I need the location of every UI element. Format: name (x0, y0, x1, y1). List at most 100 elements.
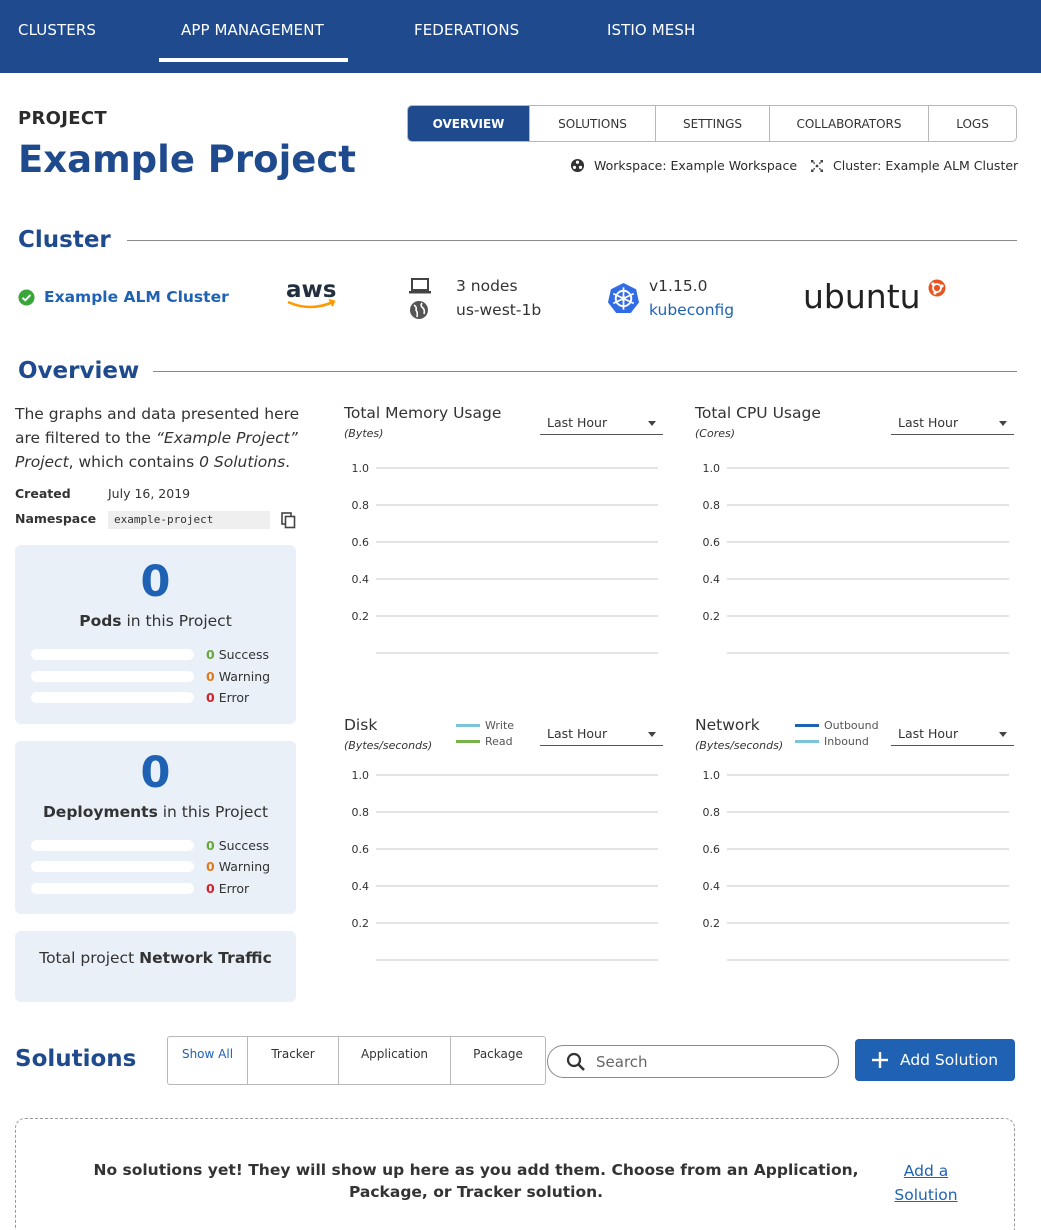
nav-tab-clusters[interactable]: CLUSTERS (18, 21, 96, 39)
network-range-select[interactable]: Last Hour (891, 724, 1014, 746)
add-solution-button[interactable]: Add Solution (855, 1039, 1015, 1081)
solution-type-filter: Show All Tracker Application Package (167, 1036, 546, 1085)
k8s-version: v1.15.0 (649, 277, 708, 295)
top-nav: CLUSTERS APP MANAGEMENT FEDERATIONS ISTI… (0, 0, 1041, 73)
y-tick-label: 0.4 (352, 573, 370, 586)
network-traffic-caption: Total project Network Traffic (15, 949, 296, 967)
check-circle-icon (18, 288, 35, 306)
overview-divider (153, 371, 1017, 372)
nav-tab-istio-mesh[interactable]: ISTIO MESH (607, 21, 695, 39)
tab-solutions[interactable]: SOLUTIONS (530, 106, 656, 141)
y-tick-label: 1.0 (352, 769, 370, 782)
network-legend-outbound: Outbound (795, 719, 879, 732)
filter-show-all[interactable]: Show All (168, 1037, 248, 1084)
chevron-down-icon (999, 732, 1007, 737)
copy-icon[interactable] (281, 512, 296, 533)
workspace-text: Workspace: Example Workspace (594, 158, 798, 173)
namespace-label: Namespace (15, 511, 97, 526)
network-range-value: Last Hour (898, 726, 959, 741)
traffic-caption-prefix: Total project (39, 949, 140, 967)
search-input[interactable] (596, 1052, 826, 1072)
search-box[interactable] (547, 1045, 839, 1078)
cluster-region: us-west-1b (456, 301, 542, 319)
laptop-icon (409, 277, 431, 299)
cluster-info: Cluster: Example ALM Cluster (810, 158, 1018, 173)
kubeconfig-link-text[interactable]: kubeconfig (649, 301, 734, 319)
y-tick-label: 0.6 (703, 536, 721, 549)
deployments-caption-bold: Deployments (42, 803, 158, 821)
cluster-heading: Cluster (18, 227, 111, 253)
empty-solutions-message: No solutions yet! They will show up here… (93, 1161, 859, 1201)
tab-collaborators[interactable]: COLLABORATORS (770, 106, 929, 141)
desc-text-3: . (285, 453, 291, 471)
y-tick-label: 0.2 (703, 610, 721, 623)
disk-chart-unit: (Bytes/seconds) (344, 739, 433, 752)
aws-logo-text: aws (286, 278, 336, 303)
cpu-range-select[interactable]: Last Hour (891, 413, 1014, 435)
outbound-legend-label: Outbound (824, 719, 879, 732)
project-subtabs: OVERVIEW SOLUTIONS SETTINGS COLLABORATOR… (407, 105, 1017, 142)
filter-application[interactable]: Application (339, 1037, 451, 1084)
write-swatch (456, 724, 480, 727)
read-legend-label: Read (485, 735, 513, 748)
memory-range-select[interactable]: Last Hour (540, 413, 663, 435)
filter-tracker[interactable]: Tracker (248, 1037, 339, 1084)
deployments-error-count: 0 (206, 881, 215, 896)
y-tick-label: 0.6 (352, 843, 370, 856)
y-tick-label: 1.0 (703, 769, 721, 782)
y-tick-label: 0.2 (703, 917, 721, 930)
outbound-swatch (795, 724, 819, 727)
memory-chart: 1.0 0.8 0.6 0.4 0.2 (352, 462, 658, 654)
pods-error-stat: 0 Error (206, 690, 249, 705)
add-solution-label: Add Solution (900, 1051, 999, 1069)
pods-error-label: Error (218, 690, 250, 705)
overview-description: The graphs and data presented here are f… (15, 402, 300, 474)
active-tab-indicator (159, 58, 348, 62)
tab-overview[interactable]: OVERVIEW (408, 106, 530, 141)
inbound-swatch (795, 740, 819, 743)
chevron-down-icon (999, 421, 1007, 426)
kubernetes-icon (607, 282, 640, 319)
y-tick-label: 0.2 (352, 610, 370, 623)
deployments-success-count: 0 (206, 838, 215, 853)
disk-legend-write: Write (456, 719, 514, 732)
read-swatch (456, 740, 480, 743)
network-chart-unit: (Bytes/seconds) (695, 739, 784, 752)
disk-range-value: Last Hour (547, 726, 608, 741)
empty-solutions-panel: No solutions yet! They will show up here… (15, 1118, 1015, 1230)
tab-settings[interactable]: SETTINGS (656, 106, 770, 141)
deployments-error-stat: 0 Error (206, 881, 249, 896)
y-tick-label: 0.4 (703, 573, 721, 586)
cluster-name-link[interactable]: Example ALM Cluster (44, 288, 229, 306)
memory-chart-unit: (Bytes) (344, 427, 384, 440)
pods-success-label: Success (218, 647, 270, 662)
network-traffic-card: Total project Network Traffic (15, 931, 296, 1002)
disk-range-select[interactable]: Last Hour (540, 724, 663, 746)
disk-legend-read: Read (456, 735, 513, 748)
deployments-caption: Deployments in this Project (15, 803, 296, 821)
nav-tab-federations[interactable]: FEDERATIONS (414, 21, 519, 39)
cpu-range-value: Last Hour (898, 415, 959, 430)
ubuntu-logo: ubuntu (803, 276, 949, 320)
traffic-caption-bold: Network Traffic (139, 949, 272, 967)
cluster-name[interactable]: Example ALM Cluster (18, 288, 229, 306)
node-count: 3 nodes (456, 277, 518, 295)
kubeconfig-link[interactable]: kubeconfig (649, 301, 734, 319)
pods-warning-count: 0 (206, 669, 215, 684)
pods-warning-stat: 0 Warning (206, 669, 270, 684)
y-tick-label: 1.0 (703, 462, 721, 475)
cpu-chart-unit: (Cores) (695, 427, 736, 440)
add-solution-link[interactable]: Add a Solution (886, 1159, 966, 1207)
globe-icon (409, 300, 429, 324)
desc-solutions-count: 0 Solutions (199, 453, 286, 471)
y-tick-label: 0.8 (703, 806, 721, 819)
tab-logs[interactable]: LOGS (929, 106, 1016, 141)
overview-heading: Overview (18, 358, 140, 384)
page-title: Example Project (18, 138, 356, 181)
cluster-text: Cluster: Example ALM Cluster (833, 158, 1019, 173)
filter-package[interactable]: Package (451, 1037, 545, 1084)
nav-tab-app-management[interactable]: APP MANAGEMENT (181, 21, 324, 39)
deployments-success-stat: 0 Success (206, 838, 269, 853)
plus-icon (872, 1052, 888, 1068)
aws-logo: aws (285, 277, 339, 316)
